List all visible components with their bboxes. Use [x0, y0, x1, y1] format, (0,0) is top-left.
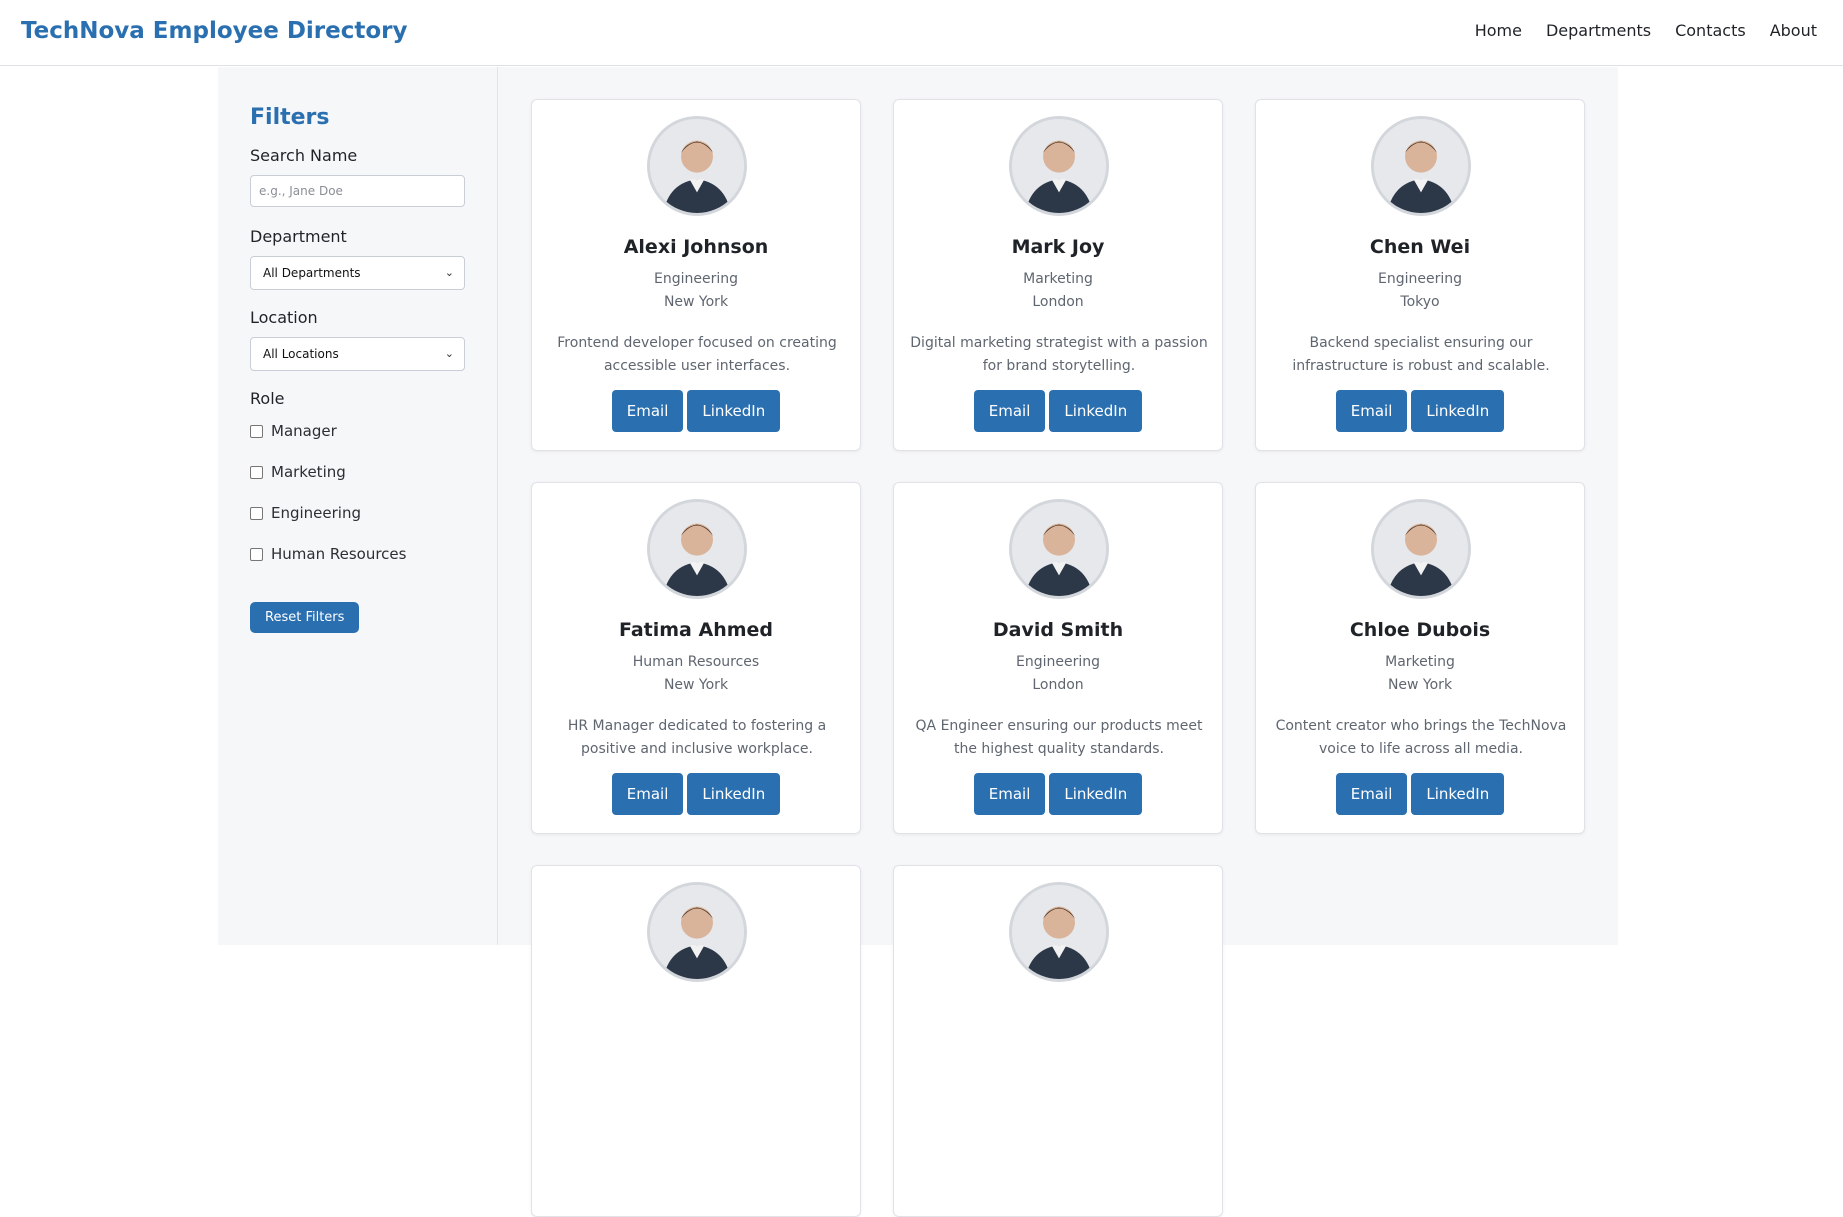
email-button[interactable]: Email: [973, 390, 1046, 432]
employee-department: Marketing: [1023, 271, 1093, 287]
card-actions: Email LinkedIn: [1256, 390, 1584, 432]
employee-card: Fatima Ahmed Human Resources New York HR…: [531, 482, 861, 834]
employee-location: London: [1032, 677, 1084, 693]
filters-heading: Filters: [250, 105, 330, 130]
person-photo-icon: [1371, 116, 1471, 216]
main-nav: Home Departments Contacts About: [1475, 21, 1817, 40]
person-photo-icon: [647, 499, 747, 599]
linkedin-button[interactable]: LinkedIn: [687, 773, 781, 815]
department-select[interactable]: All Departments ⌄: [250, 256, 465, 290]
employee-card: Chloe Dubois Marketing New York Content …: [1255, 482, 1585, 834]
chevron-down-icon: ⌄: [444, 347, 454, 360]
employee-name: David Smith: [992, 619, 1124, 641]
nav-contacts-link[interactable]: Contacts: [1675, 21, 1746, 40]
linkedin-button[interactable]: LinkedIn: [1049, 390, 1143, 432]
employee-name: Fatima Ahmed: [618, 619, 774, 641]
employee-bio: HR Manager dedicated to fostering a posi…: [567, 718, 827, 757]
reset-filters-button[interactable]: Reset Filters: [250, 602, 360, 633]
person-photo-icon: [1009, 882, 1109, 982]
employee-bio: QA Engineer ensuring our products meet t…: [915, 718, 1203, 757]
email-button[interactable]: Email: [1335, 390, 1408, 432]
filters-sidebar: Filters Search Name Department All Depar…: [218, 67, 498, 945]
person-photo-icon: [1009, 116, 1109, 216]
employee-bio: Frontend developer focused on creating a…: [557, 335, 837, 374]
department-label: Department: [250, 227, 347, 246]
card-actions: Email LinkedIn: [532, 390, 860, 432]
checkbox-human-resources[interactable]: [250, 547, 263, 561]
card-actions: Email LinkedIn: [894, 390, 1222, 432]
employee-location: London: [1032, 294, 1084, 310]
email-button[interactable]: Email: [973, 773, 1046, 815]
nav-about-link[interactable]: About: [1770, 21, 1817, 40]
employee-name: Mark Joy: [1011, 236, 1105, 258]
card-actions: Email LinkedIn: [1256, 773, 1584, 815]
employee-department: Engineering: [1016, 654, 1100, 670]
employee-location: New York: [663, 294, 729, 310]
chevron-down-icon: ⌄: [444, 266, 454, 279]
nav-home-link[interactable]: Home: [1475, 21, 1522, 40]
email-button[interactable]: Email: [611, 773, 684, 815]
employee-card: Email LinkedIn: [531, 865, 861, 1217]
checkbox-engineering[interactable]: [250, 506, 263, 520]
department-select-value: All Departments: [263, 266, 361, 280]
employee-card: Alexi Johnson Engineering New York Front…: [531, 99, 861, 451]
employee-card: David Smith Engineering London QA Engine…: [893, 482, 1223, 834]
role-option-human-resources[interactable]: Human Resources: [250, 541, 465, 567]
card-actions: Email LinkedIn: [894, 773, 1222, 815]
employee-department: Engineering: [654, 271, 738, 287]
card-actions: Email LinkedIn: [532, 773, 860, 815]
role-option-label: Human Resources: [271, 545, 407, 563]
role-option-label: Manager: [271, 422, 337, 440]
linkedin-button[interactable]: LinkedIn: [1411, 773, 1505, 815]
employee-bio: Content creator who brings the TechNova …: [1275, 718, 1567, 757]
search-name-input[interactable]: [250, 175, 465, 207]
employee-card: Mark Joy Marketing London Digital market…: [893, 99, 1223, 451]
person-photo-icon: [1009, 499, 1109, 599]
employee-department: Marketing: [1385, 654, 1455, 670]
role-option-engineering[interactable]: Engineering: [250, 500, 465, 526]
employee-name: Chloe Dubois: [1349, 619, 1491, 641]
checkbox-marketing[interactable]: [250, 465, 263, 479]
employee-location: New York: [1387, 677, 1453, 693]
person-photo-icon: [647, 882, 747, 982]
linkedin-button[interactable]: LinkedIn: [687, 390, 781, 432]
employee-department: Engineering: [1378, 271, 1462, 287]
person-photo-icon: [1371, 499, 1471, 599]
site-title[interactable]: TechNova Employee Directory: [21, 18, 408, 44]
linkedin-button[interactable]: LinkedIn: [1411, 390, 1505, 432]
location-select[interactable]: All Locations ⌄: [250, 337, 465, 371]
role-label: Role: [250, 389, 285, 408]
employee-location: Tokyo: [1400, 294, 1440, 310]
employee-card: Chen Wei Engineering Tokyo Backend speci…: [1255, 99, 1585, 451]
person-photo-icon: [647, 116, 747, 216]
location-label: Location: [250, 308, 318, 327]
employee-location: New York: [663, 677, 729, 693]
nav-departments-link[interactable]: Departments: [1546, 21, 1651, 40]
directory-shell: Filters Search Name Department All Depar…: [218, 67, 1618, 1217]
employee-name: Alexi Johnson: [623, 236, 769, 258]
search-name-label: Search Name: [250, 146, 358, 165]
employee-department: Human Resources: [632, 654, 760, 670]
role-option-label: Engineering: [271, 504, 361, 522]
employee-bio: Digital marketing strategist with a pass…: [910, 335, 1208, 374]
employee-card: Email LinkedIn: [893, 865, 1223, 1217]
checkbox-manager[interactable]: [250, 424, 263, 438]
top-navbar: TechNova Employee Directory Home Departm…: [0, 0, 1843, 66]
location-select-value: All Locations: [263, 347, 339, 361]
employee-name: Chen Wei: [1369, 236, 1471, 258]
linkedin-button[interactable]: LinkedIn: [1049, 773, 1143, 815]
email-button[interactable]: Email: [611, 390, 684, 432]
employee-bio: Backend specialist ensuring our infrastr…: [1292, 335, 1550, 374]
role-option-manager[interactable]: Manager: [250, 418, 465, 444]
role-option-marketing[interactable]: Marketing: [250, 459, 465, 485]
email-button[interactable]: Email: [1335, 773, 1408, 815]
role-option-label: Marketing: [271, 463, 346, 481]
